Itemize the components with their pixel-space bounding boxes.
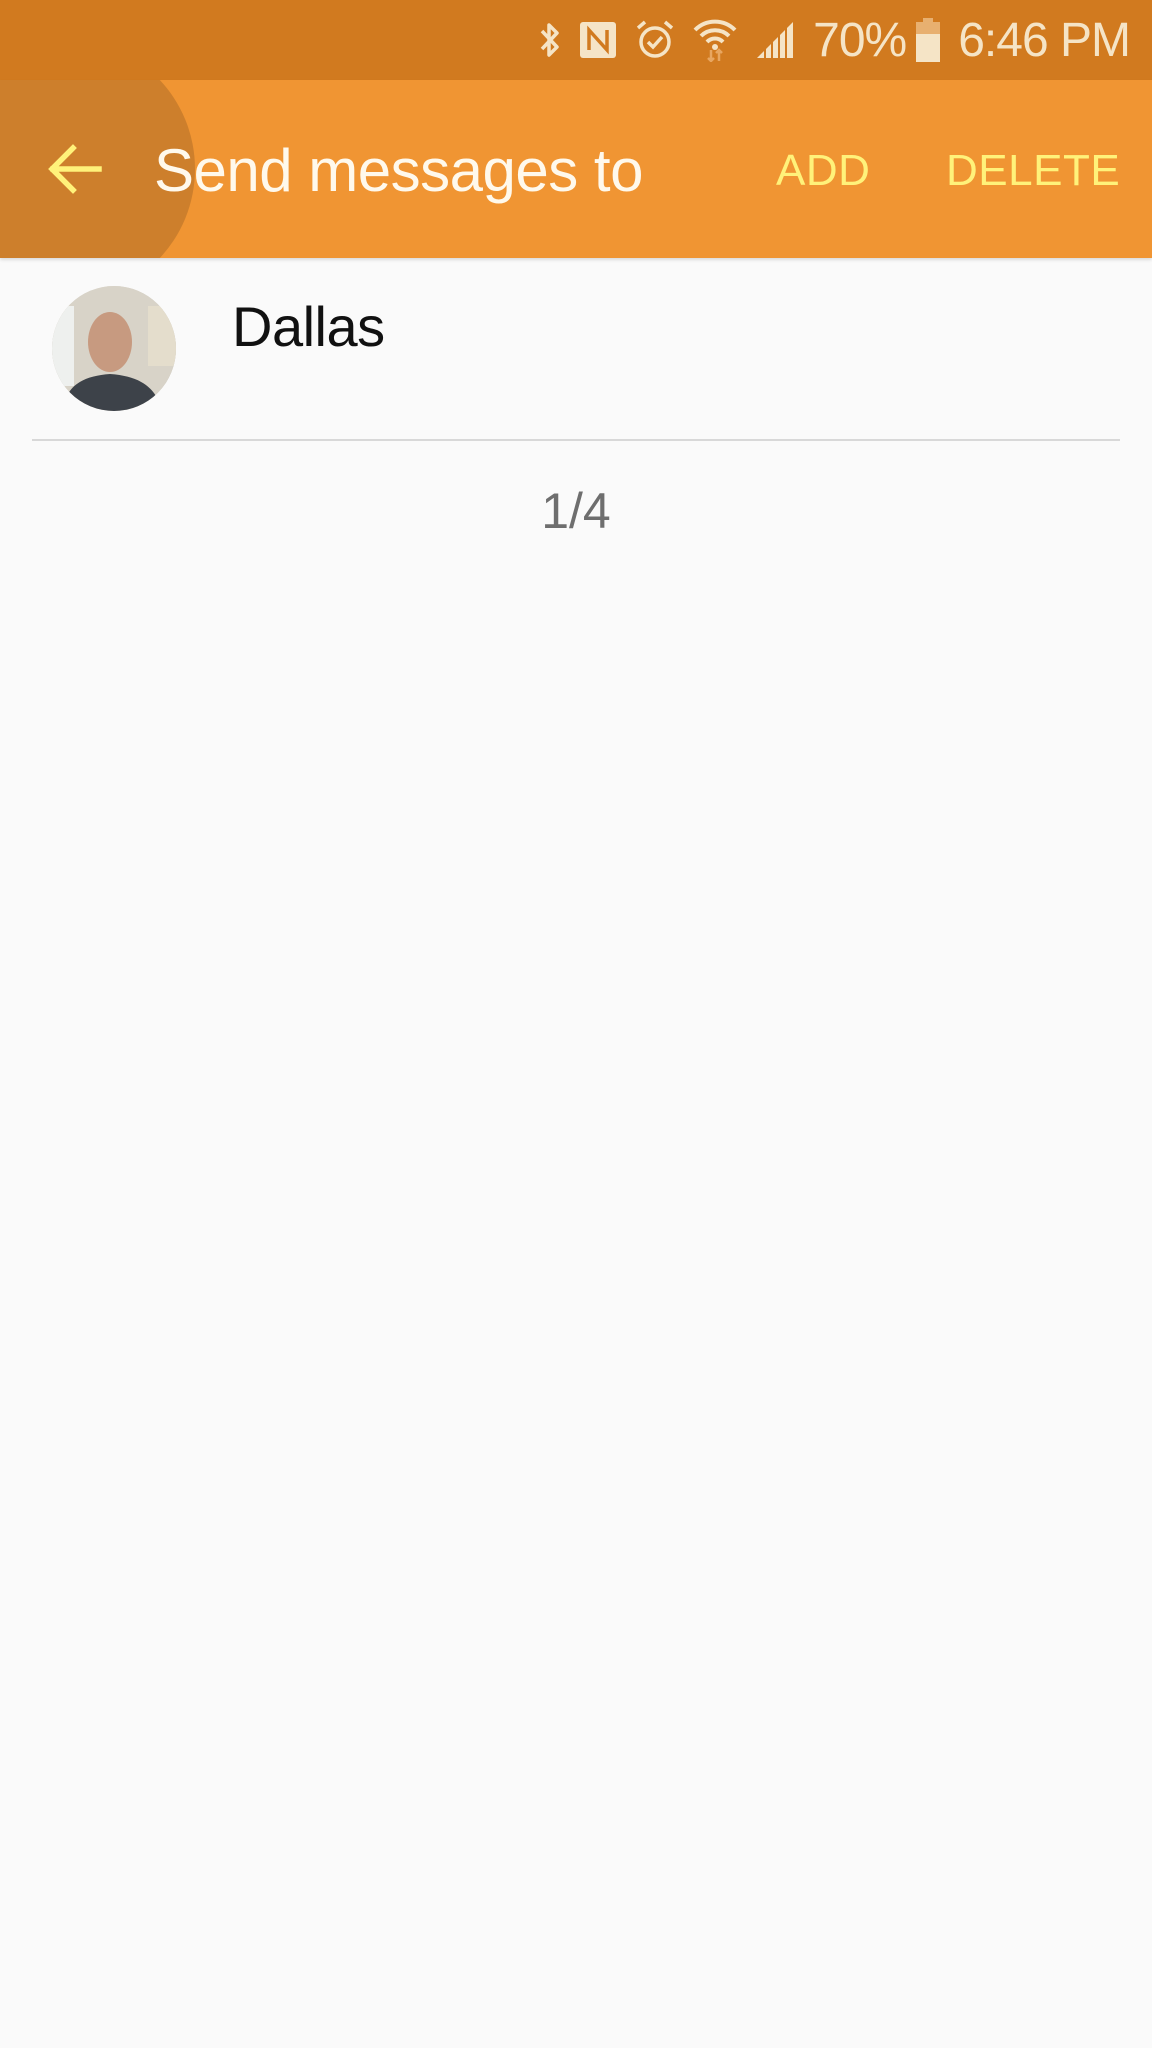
- delete-button[interactable]: DELETE: [946, 146, 1120, 196]
- status-icons: 70% 6:46 PM: [539, 0, 1131, 80]
- arrow-left-icon: [48, 144, 102, 194]
- recipient-item[interactable]: Dallas: [0, 258, 1152, 440]
- contact-name: Dallas: [232, 295, 385, 358]
- signal-icon: [755, 20, 795, 60]
- status-bar: 70% 6:46 PM: [0, 0, 1152, 80]
- battery-percent: 70%: [813, 13, 907, 67]
- alarm-icon: [635, 19, 675, 61]
- app-toolbar: Send messages to ADD DELETE: [0, 80, 1152, 258]
- bluetooth-icon: [539, 20, 561, 60]
- nfc-icon: [579, 20, 617, 60]
- clock: 6:46 PM: [958, 13, 1131, 67]
- back-button[interactable]: [40, 134, 110, 204]
- add-button[interactable]: ADD: [776, 146, 870, 196]
- divider: [32, 439, 1120, 441]
- page-title: Send messages to: [154, 137, 643, 204]
- wifi-icon: [693, 18, 737, 62]
- contact-avatar: [52, 286, 176, 411]
- battery-icon: [916, 18, 941, 62]
- page-indicator: 1/4: [541, 483, 611, 539]
